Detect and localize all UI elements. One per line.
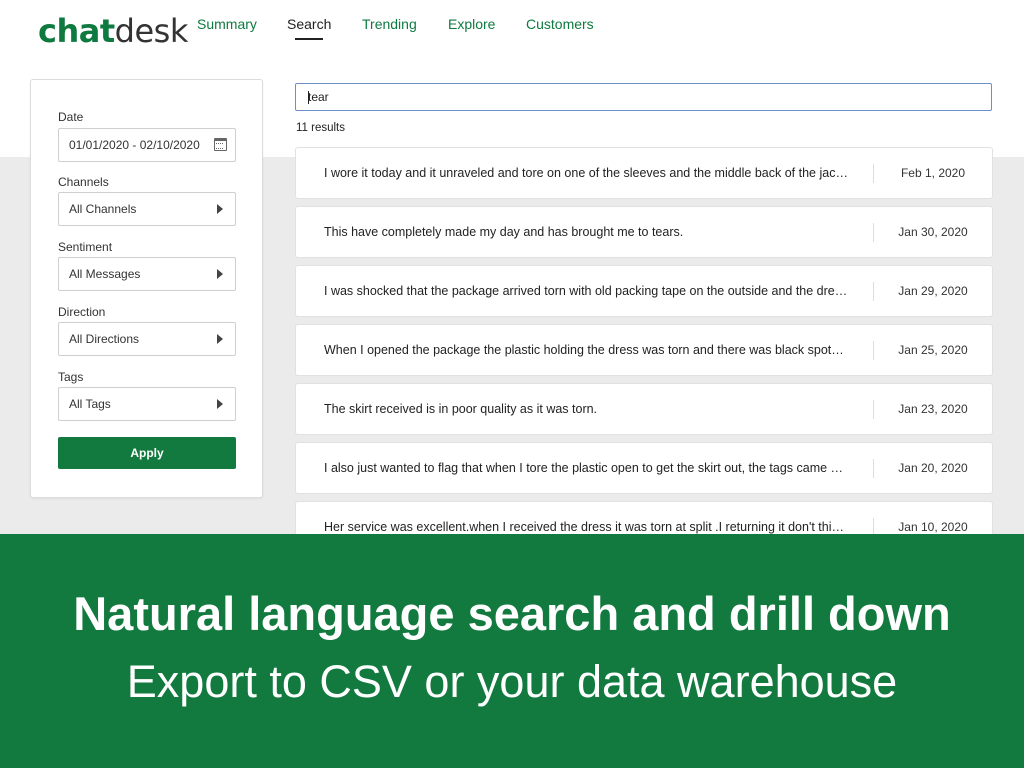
apply-button[interactable]: Apply [58,437,236,469]
caret-right-icon [217,334,223,344]
channels-select[interactable]: All Channels [58,192,236,226]
date-range-value: 01/01/2020 - 02/10/2020 [69,138,200,152]
result-date: Jan 25, 2020 [898,343,968,357]
result-date: Feb 1, 2020 [900,166,966,180]
caret-right-icon [217,269,223,279]
result-row[interactable]: The skirt received is in poor quality as… [295,383,993,435]
caret-right-icon [217,399,223,409]
nav-trending[interactable]: Trending [362,16,417,32]
nav-customers[interactable]: Customers [526,16,594,32]
tags-value: All Tags [69,397,111,411]
sentiment-label: Sentiment [58,240,113,254]
logo-desk-text: desk [114,12,189,50]
channels-label: Channels [58,175,109,189]
sentiment-value: All Messages [69,267,141,281]
chatdesk-logo[interactable]: chatdesk [38,12,188,50]
logo-chat-text: chat [38,12,115,50]
result-message: The skirt received is in poor quality as… [324,402,598,416]
tags-label: Tags [58,370,84,384]
date-range-picker[interactable]: 01/01/2020 - 02/10/2020 [58,128,236,162]
direction-select[interactable]: All Directions [58,322,236,356]
result-message: I wore it today and it unraveled and tor… [324,166,848,180]
result-row[interactable]: I also just wanted to flag that when I t… [295,442,993,494]
result-message: I was shocked that the package arrived t… [324,284,848,298]
result-date: Jan 23, 2020 [898,402,968,416]
result-message: This have completely made my day and has… [324,225,684,239]
calendar-icon[interactable] [214,138,227,151]
nav-explore[interactable]: Explore [448,16,495,32]
result-date: Jan 29, 2020 [898,284,968,298]
result-row[interactable]: I wore it today and it unraveled and tor… [295,147,993,199]
banner-subtitle: Export to CSV or your data warehouse [126,656,898,707]
result-row[interactable]: This have completely made my day and has… [295,206,993,258]
result-date: Jan 30, 2020 [898,225,968,239]
result-message: When I opened the package the plastic ho… [324,343,844,357]
channels-value: All Channels [69,202,137,216]
result-message: I also just wanted to flag that when I t… [324,461,844,475]
date-label: Date [58,110,84,124]
search-input[interactable]: tear [295,83,992,111]
direction-value: All Directions [69,332,140,346]
sentiment-select[interactable]: All Messages [58,257,236,291]
banner-title: Natural language search and drill down [73,587,951,640]
result-date: Jan 20, 2020 [898,461,968,475]
result-row[interactable]: When I opened the package the plastic ho… [295,324,993,376]
filter-panel: Date 01/01/2020 - 02/10/2020 Channels Al… [30,79,263,498]
result-row[interactable]: I was shocked that the package arrived t… [295,265,993,317]
direction-label: Direction [58,305,106,319]
promo-banner: Natural language search and drill down E… [0,534,1024,768]
nav-search[interactable]: Search [287,16,331,40]
results-count: 11 results [296,122,346,134]
caret-right-icon [217,204,223,214]
nav-summary[interactable]: Summary [197,16,257,32]
tags-select[interactable]: All Tags [58,387,236,421]
